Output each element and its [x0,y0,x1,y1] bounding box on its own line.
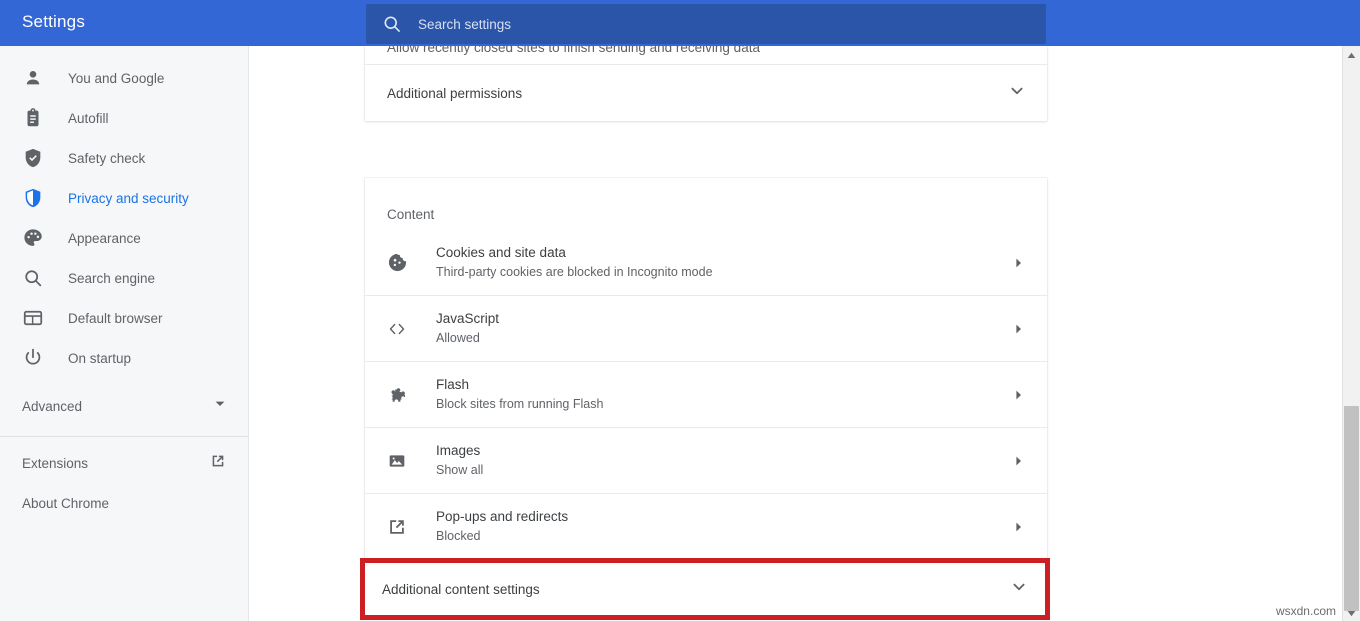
sidebar: You and Google Autofill Safety check Pri… [0,46,249,621]
content-settings-card: Content Cookies and site data Third-part… [365,178,1047,560]
setting-row-subtitle: Show all [436,463,484,477]
sidebar-item-search-engine[interactable]: Search engine [0,258,248,298]
sidebar-item-label: Extensions [22,455,89,471]
sidebar-item-autofill[interactable]: Autofill [0,98,248,138]
puzzle-piece-icon [385,383,409,407]
code-brackets-icon [385,317,409,341]
setting-row-cookies[interactable]: Cookies and site data Third-party cookie… [365,230,1047,295]
content-section-header: Content [365,178,1047,230]
magnifier-icon [22,267,44,289]
sidebar-item-safety-check[interactable]: Safety check [0,138,248,178]
chevron-right-icon[interactable] [1013,257,1025,269]
settings-card: Allow recently closed sites to finish se… [365,46,1047,121]
chevron-down-icon[interactable] [1009,83,1025,104]
sidebar-item-label: Search engine [68,270,156,286]
palette-icon [22,227,44,249]
sidebar-divider [0,436,248,437]
setting-row-texts: Cookies and site data Third-party cookie… [436,243,1013,282]
setting-row-subtitle: Allowed [436,331,480,345]
sidebar-item-default-browser[interactable]: Default browser [0,298,248,338]
browser-window-icon [22,307,44,329]
sidebar-nav-list: You and Google Autofill Safety check Pri… [0,46,248,378]
setting-row-texts: Images Show all [436,441,1013,480]
clipped-setting-text-row: Allow recently closed sites to finish se… [365,46,1047,64]
sidebar-item-about-chrome[interactable]: About Chrome [0,483,248,523]
clipboard-icon [22,107,44,129]
search-icon [382,14,402,34]
additional-content-settings-row[interactable]: Additional content settings [360,558,1050,620]
vertical-scrollbar[interactable] [1342,46,1360,621]
sidebar-advanced-label: Advanced [22,398,83,414]
setting-row-javascript[interactable]: JavaScript Allowed [365,296,1047,361]
shield-blue-icon [22,187,44,209]
additional-permissions-label: Additional permissions [387,85,523,101]
sidebar-item-label: Default browser [68,310,163,326]
scroll-down-button[interactable] [1343,604,1360,621]
chevron-down-icon [214,397,226,415]
chevron-down-icon[interactable] [1011,579,1027,600]
setting-row-title: JavaScript [436,311,500,326]
sidebar-item-on-startup[interactable]: On startup [0,338,248,378]
sidebar-item-label: Safety check [68,150,146,166]
setting-row-title: Cookies and site data [436,245,566,260]
sidebar-item-label: About Chrome [22,495,110,511]
search-placeholder: Search settings [418,16,512,32]
sidebar-item-label: Autofill [68,110,109,126]
setting-row-flash[interactable]: Flash Block sites from running Flash [365,362,1047,427]
main-content: Allow recently closed sites to finish se… [250,46,1342,621]
setting-row-subtitle: Third-party cookies are blocked in Incog… [436,265,713,279]
chevron-right-icon[interactable] [1013,389,1025,401]
setting-row-subtitle: Blocked [436,529,481,543]
watermark: wsxdn.com [1275,604,1336,618]
sidebar-item-label: Privacy and security [68,190,189,206]
image-icon [385,449,409,473]
setting-row-title: Images [436,443,481,458]
chevron-right-icon[interactable] [1013,521,1025,533]
scrollbar-thumb[interactable] [1344,406,1359,611]
popup-external-icon [385,515,409,539]
sidebar-item-label: You and Google [68,70,165,86]
sidebar-item-privacy-and-security[interactable]: Privacy and security [0,178,248,218]
content-section-title: Content [387,207,435,222]
sidebar-item-label: On startup [68,350,132,366]
clipped-setting-text: Allow recently closed sites to finish se… [387,46,760,55]
sidebar-item-extensions[interactable]: Extensions [0,443,248,483]
setting-row-texts: JavaScript Allowed [436,309,1013,348]
setting-row-title: Pop-ups and redirects [436,509,569,524]
app-title: Settings [22,12,86,31]
additional-content-settings-label: Additional content settings [382,581,540,597]
scroll-up-button[interactable] [1343,46,1360,63]
person-icon [22,67,44,89]
setting-row-texts: Flash Block sites from running Flash [436,375,1013,414]
setting-row-subtitle: Block sites from running Flash [436,397,604,411]
additional-permissions-row[interactable]: Additional permissions [365,65,1047,121]
triangle-down-icon [1347,604,1356,621]
sidebar-item-appearance[interactable]: Appearance [0,218,248,258]
search-input[interactable]: Search settings [366,4,1046,44]
sidebar-item-label: Appearance [68,230,141,246]
setting-row-images[interactable]: Images Show all [365,428,1047,493]
external-link-icon [210,453,226,474]
chevron-right-icon[interactable] [1013,323,1025,335]
setting-row-title: Flash [436,377,470,392]
settings-page: Settings Search settings You and Google … [0,0,1360,621]
sidebar-item-you-and-google[interactable]: You and Google [0,58,248,98]
top-bar: Settings Search settings [0,0,1360,46]
chevron-right-icon[interactable] [1013,455,1025,467]
sidebar-advanced-toggle[interactable]: Advanced [0,386,248,426]
setting-row-texts: Pop-ups and redirects Blocked [436,507,1013,546]
shield-check-icon [22,147,44,169]
cookie-icon [385,251,409,275]
triangle-up-icon [1347,46,1356,64]
power-icon [22,347,44,369]
setting-row-popups-and-redirects[interactable]: Pop-ups and redirects Blocked [365,494,1047,559]
